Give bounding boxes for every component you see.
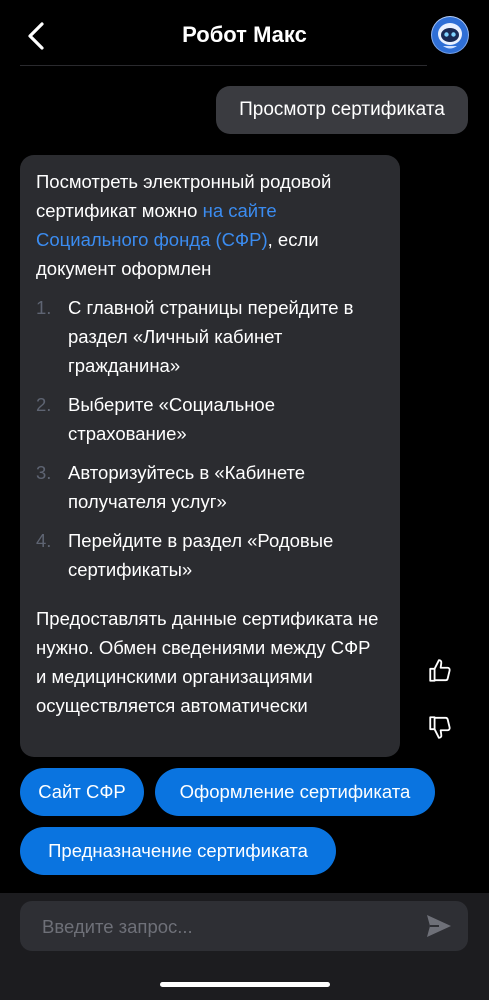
- thumbs-up-icon: [429, 659, 451, 682]
- send-icon: [427, 915, 451, 937]
- bot-intro: Посмотреть электронный родовой сертифика…: [36, 167, 384, 283]
- header-divider: [20, 65, 427, 66]
- steps-list: 1. С главной страницы перейдите в раздел…: [36, 293, 384, 584]
- home-indicator: [160, 982, 330, 987]
- bot-message: Посмотреть электронный родовой сертифика…: [20, 155, 400, 757]
- step-number: 4.: [36, 530, 52, 551]
- list-item: 1. С главной страницы перейдите в раздел…: [36, 293, 384, 380]
- thumbs-down-icon: [429, 716, 451, 739]
- query-input[interactable]: [40, 901, 414, 953]
- user-message: Просмотр сертификата: [216, 86, 468, 134]
- input-bar: [0, 893, 489, 1000]
- quick-reply-certificate-registration[interactable]: Оформление сертификата: [155, 768, 435, 816]
- step-text: Выберите «Социальное страхование»: [68, 394, 276, 444]
- step-number: 3.: [36, 462, 52, 483]
- step-number: 1.: [36, 297, 52, 318]
- list-item: 2. Выберите «Социальное страхование»: [36, 390, 384, 448]
- step-number: 2.: [36, 394, 52, 415]
- bot-intro-text: Посмотреть электронный родовой сертифика…: [36, 171, 332, 221]
- robot-avatar[interactable]: [431, 16, 469, 54]
- send-button[interactable]: [425, 913, 453, 939]
- bot-closing-text: Предоставлять данные сертификата не нужн…: [36, 608, 379, 716]
- dislike-button[interactable]: [427, 714, 453, 740]
- list-item: 4. Перейдите в раздел «Родовые сертифика…: [36, 526, 384, 584]
- header: Робот Макс: [0, 0, 489, 66]
- query-input-container: [20, 901, 468, 953]
- user-message-text: Просмотр сертификата: [239, 99, 445, 120]
- quick-reply-sfr-site[interactable]: Сайт СФР: [20, 768, 144, 816]
- like-button[interactable]: [427, 658, 453, 684]
- robot-icon: [432, 17, 468, 53]
- step-text: Авторизуйтесь в «Кабинете получателя усл…: [68, 462, 306, 512]
- chat-screen: Робот Макс Просмотр сертификата Посмотре…: [0, 0, 489, 1000]
- quick-reply-certificate-purpose[interactable]: Предназначение сертификата: [20, 827, 336, 875]
- list-item: 3. Авторизуйтесь в «Кабинете получателя …: [36, 458, 384, 516]
- page-title: Робот Макс: [182, 22, 307, 47]
- step-text: Перейдите в раздел «Родовые сертификаты»: [68, 530, 334, 580]
- step-text: С главной страницы перейдите в раздел «Л…: [68, 297, 354, 376]
